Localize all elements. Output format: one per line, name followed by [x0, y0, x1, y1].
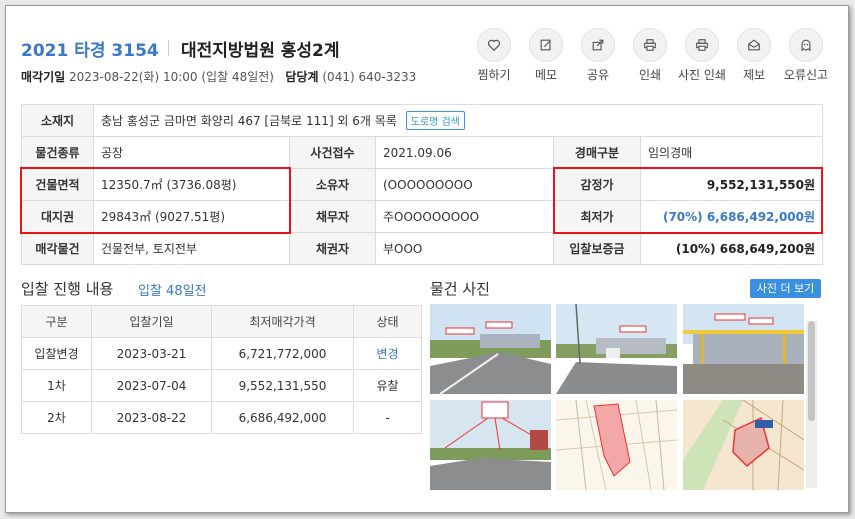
- bid-status: -: [353, 401, 422, 434]
- min-price-value: (70%) 6,686,492,000원: [639, 200, 824, 233]
- auction-detail-panel: 2021 타경 3154 대전지방법원 홍성2계 매각기일 2023-08-22…: [5, 5, 849, 513]
- sale-date-value: 2023-08-22(화) 10:00 (입찰 48일전): [69, 70, 274, 84]
- property-map-1[interactable]: [556, 400, 677, 490]
- bid-date: 2023-07-04: [91, 369, 212, 402]
- heart-icon: [477, 28, 511, 62]
- error-report-button[interactable]: 오류신고: [780, 28, 832, 83]
- error-report-label: 오류신고: [783, 68, 829, 82]
- info-row-sale-items: 매각물건 건물전부, 토지전부 채권자 부OOO 입찰보증금 (10%) 668…: [21, 232, 824, 265]
- bid-section-subtitle: 입찰 48일전: [138, 284, 207, 299]
- memo-button[interactable]: 메모: [520, 28, 572, 83]
- favorite-label: 찜하기: [477, 68, 511, 82]
- table-row: 2차 2023-08-22 6,686,492,000 -: [21, 401, 422, 434]
- bid-price: 9,552,131,550: [211, 369, 354, 402]
- contact-value: (041) 640-3233: [322, 70, 417, 84]
- print-button[interactable]: 인쇄: [624, 28, 676, 83]
- bid-status-link[interactable]: 변경: [353, 337, 422, 370]
- bid-date: 2023-03-21: [91, 337, 212, 370]
- appraisal-label: 감정가: [553, 168, 641, 201]
- bid-price: 6,721,772,000: [211, 337, 354, 370]
- deposit-label: 입찰보증금: [553, 232, 641, 265]
- property-photo-1[interactable]: [430, 304, 551, 394]
- info-row-land: 대지권 29843㎡ (9027.51평) 채무자 주OOOOOOOOO 최저가…: [21, 200, 824, 233]
- action-toolbar: 찜하기 메모 공유 인쇄 사진 인쇄 제보 오류신고: [468, 28, 832, 83]
- error-report-icon: [789, 28, 823, 62]
- bid-table-header: 구분 입찰기일 최저매각가격 상태: [21, 305, 422, 338]
- deposit-value: (10%) 668,649,200원: [639, 232, 824, 265]
- table-row: 1차 2023-07-04 9,552,131,550 유찰: [21, 369, 422, 402]
- court-name: 대전지방법원 홍성2계: [181, 41, 340, 61]
- print-icon: [633, 28, 667, 62]
- property-map-2[interactable]: [683, 400, 804, 490]
- property-info-table: 소재지 충남 홍성군 금마면 화양리 467 [금북로 111] 외 6개 목록…: [21, 104, 824, 265]
- print-label: 인쇄: [638, 68, 662, 82]
- location-cell: 충남 홍성군 금마면 화양리 467 [금북로 111] 외 6개 목록 도로명…: [92, 104, 824, 137]
- col-type: 구분: [21, 305, 92, 338]
- location-value: 충남 홍성군 금마면 화양리 467 [금북로 111] 외 6개 목록: [101, 114, 397, 128]
- debtor-label: 채무자: [289, 200, 376, 233]
- col-status: 상태: [353, 305, 422, 338]
- photo-section-title: 물건 사진: [430, 280, 490, 298]
- favorite-button[interactable]: 찜하기: [468, 28, 520, 83]
- share-button[interactable]: 공유: [572, 28, 624, 83]
- case-recv-label: 사건접수: [289, 136, 376, 169]
- debtor-value: 주OOOOOOOOO: [375, 200, 554, 233]
- owner-label: 소유자: [289, 168, 376, 201]
- more-photos-button[interactable]: 사진 더 보기: [750, 279, 821, 298]
- photo-print-label: 사진 인쇄: [678, 68, 726, 82]
- share-label: 공유: [586, 68, 610, 82]
- report-label: 제보: [742, 68, 766, 82]
- photo-print-button[interactable]: 사진 인쇄: [676, 28, 728, 83]
- col-min-price: 최저매각가격: [211, 305, 354, 338]
- table-row: 입찰변경 2023-03-21 6,721,772,000 변경: [21, 337, 422, 370]
- type-label: 물건종류: [21, 136, 94, 169]
- title-divider: [168, 40, 169, 56]
- bid-date: 2023-08-22: [91, 401, 212, 434]
- sale-items-label: 매각물건: [21, 232, 94, 265]
- type-value: 공장: [93, 136, 290, 169]
- info-row-location: 소재지 충남 홍성군 금마면 화양리 467 [금북로 111] 외 6개 목록…: [21, 104, 824, 137]
- bid-type: 입찰변경: [21, 337, 92, 370]
- share-icon: [581, 28, 615, 62]
- land-value: 29843㎡ (9027.51평): [93, 200, 290, 233]
- building-area-value: 12350.7㎡ (3736.08평): [93, 168, 290, 201]
- creditor-label: 채권자: [289, 232, 376, 265]
- property-photo-2[interactable]: [556, 304, 677, 394]
- property-photo-4[interactable]: [430, 400, 551, 490]
- owner-value: (OOOOOOOOO: [375, 168, 554, 201]
- info-row-building: 건물면적 12350.7㎡ (3736.08평) 소유자 (OOOOOOOOO …: [21, 168, 824, 201]
- min-price-label: 최저가: [553, 200, 641, 233]
- photo-scrollbar[interactable]: [806, 321, 817, 488]
- auction-type-label: 경매구분: [553, 136, 641, 169]
- bid-price: 6,686,492,000: [211, 401, 354, 434]
- building-area-label: 건물면적: [21, 168, 94, 201]
- location-label: 소재지: [21, 104, 94, 137]
- property-photo-3[interactable]: [683, 304, 804, 394]
- case-recv-value: 2021.09.06: [375, 136, 554, 169]
- case-number: 2021 타경 3154: [21, 41, 159, 61]
- sale-items-value: 건물전부, 토지전부: [93, 232, 290, 265]
- sale-date-line: 매각기일 2023-08-22(화) 10:00 (입찰 48일전) 담당계 (…: [21, 68, 416, 85]
- bid-section-title: 입찰 진행 내용: [21, 280, 114, 298]
- bid-type: 2차: [21, 401, 92, 434]
- bid-status: 유찰: [353, 369, 422, 402]
- land-label: 대지권: [21, 200, 94, 233]
- info-row-type: 물건종류 공장 사건접수 2021.09.06 경매구분 임의경매: [21, 136, 824, 169]
- col-date: 입찰기일: [91, 305, 212, 338]
- bid-history-table: 구분 입찰기일 최저매각가격 상태 입찰변경 2023-03-21 6,721,…: [21, 305, 422, 434]
- memo-icon: [529, 28, 563, 62]
- auction-type-value: 임의경매: [639, 136, 824, 169]
- creditor-value: 부OOO: [375, 232, 554, 265]
- photo-print-icon: [685, 28, 719, 62]
- road-search-button[interactable]: 도로명 검색: [405, 111, 465, 130]
- sale-date-label: 매각기일: [21, 70, 66, 84]
- scrollbar-thumb[interactable]: [808, 321, 815, 421]
- memo-label: 메모: [534, 68, 558, 82]
- report-button[interactable]: 제보: [728, 28, 780, 83]
- report-icon: [737, 28, 771, 62]
- contact-label: 담당계: [285, 70, 319, 84]
- bid-type: 1차: [21, 369, 92, 402]
- appraisal-value: 9,552,131,550원: [639, 168, 824, 201]
